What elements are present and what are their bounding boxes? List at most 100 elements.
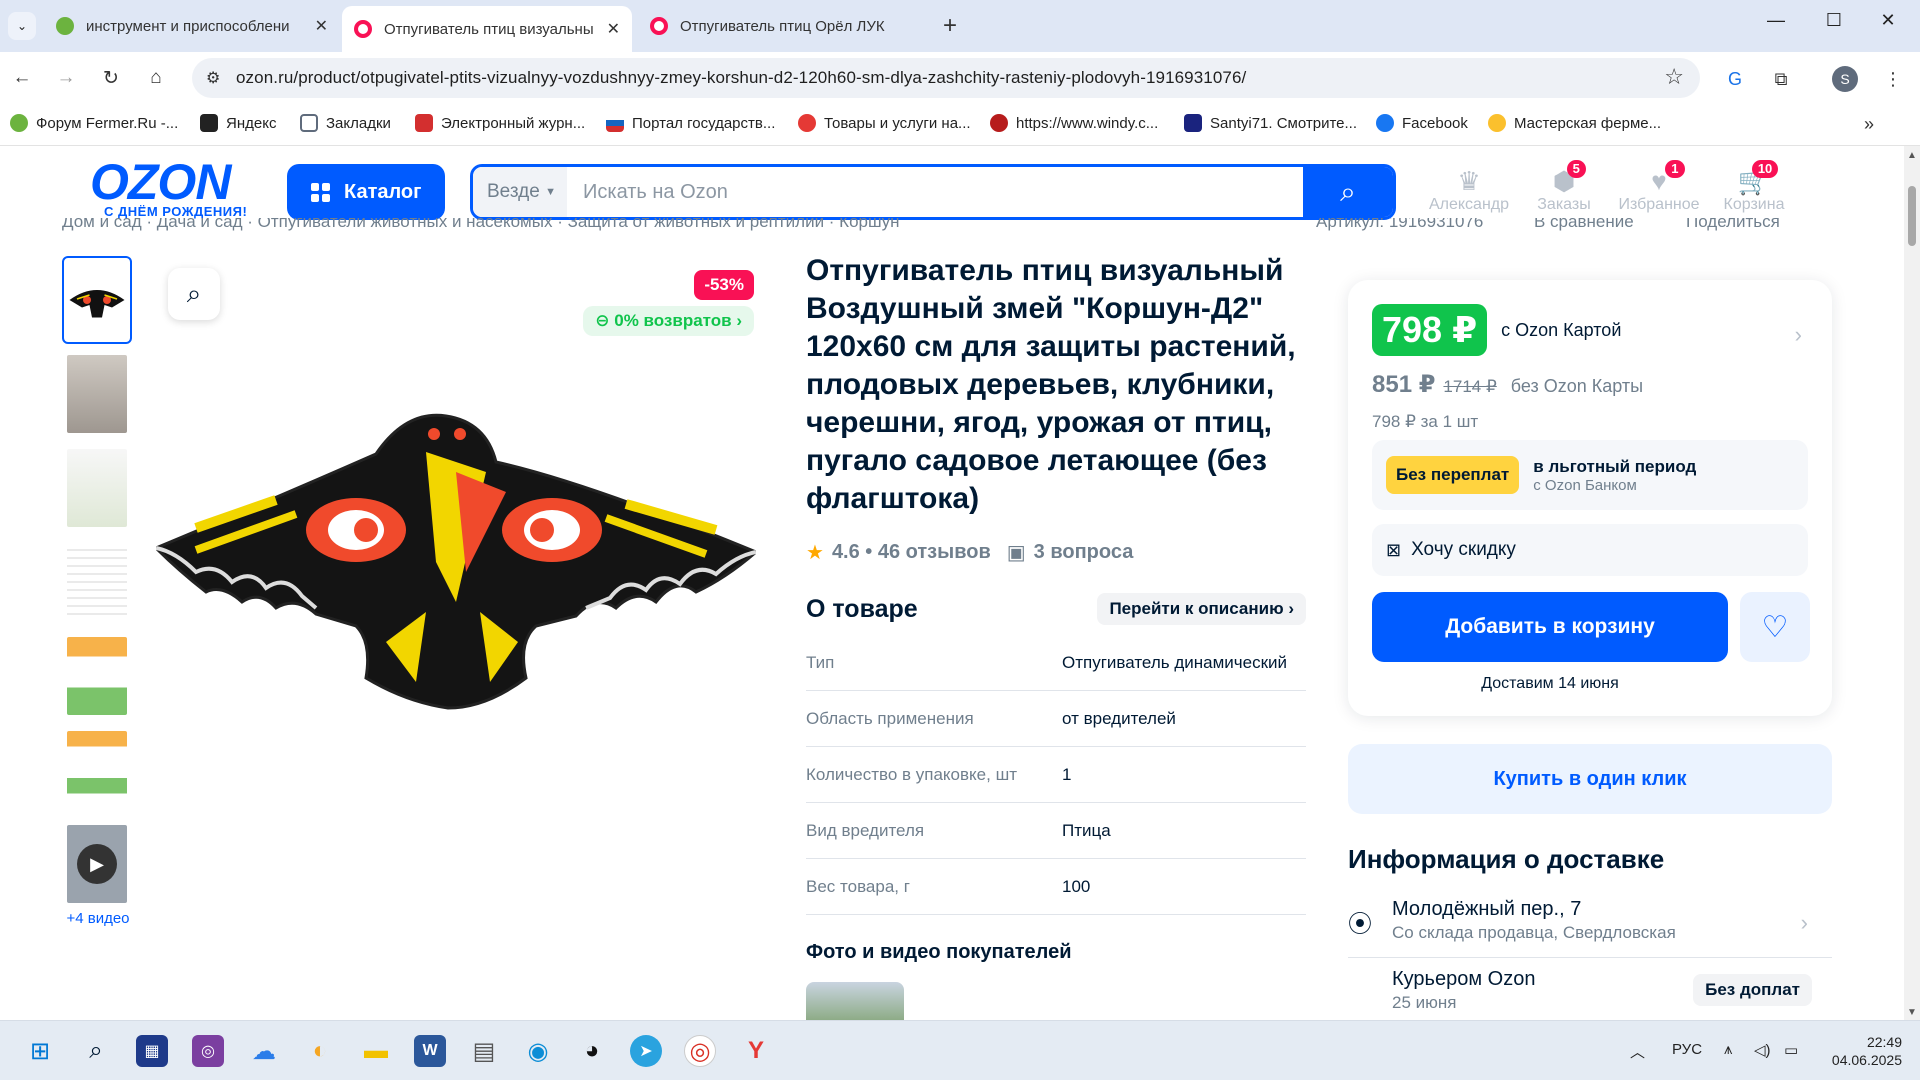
product-main-image[interactable]: ⌕ -53% ⊖ 0% возвратов › xyxy=(148,256,768,816)
yandex-browser-icon[interactable]: Y xyxy=(740,1035,772,1067)
minimize-icon[interactable]: — xyxy=(1756,10,1796,31)
bookmark-item[interactable]: https://www.windy.c... xyxy=(990,114,1158,132)
search-icon[interactable]: ⌕ xyxy=(80,1035,112,1067)
buy-one-click-button[interactable]: Купить в один клик xyxy=(1348,744,1832,814)
thumbnail[interactable] xyxy=(62,538,132,626)
thumbnail[interactable] xyxy=(62,350,132,438)
go-to-description-link[interactable]: Перейти к описанию › xyxy=(1097,593,1306,625)
close-window-icon[interactable]: ✕ xyxy=(1868,10,1908,31)
search-input[interactable] xyxy=(567,180,1303,204)
browser-tab-1[interactable]: инструмент и приспособлени ✕ xyxy=(44,6,340,46)
video-thumbnail[interactable]: ▶ xyxy=(62,820,132,908)
thumbnail[interactable] xyxy=(62,444,132,532)
cart-link[interactable]: 🛒 10 Корзина xyxy=(1709,160,1799,214)
close-tab-icon[interactable]: ✕ xyxy=(607,19,620,39)
wifi-icon[interactable]: ⩚ xyxy=(1724,1041,1732,1058)
tray-expand-icon[interactable]: ︿ xyxy=(1630,1041,1645,1062)
chrome-icon[interactable]: ◎ xyxy=(684,1035,716,1067)
extensions-icon[interactable]: ⧉ xyxy=(1768,66,1794,92)
file-explorer-icon[interactable]: ▬ xyxy=(360,1035,392,1067)
thumbnail[interactable] xyxy=(62,726,132,814)
delivery-address-row[interactable]: ⦿ Молодёжный пер., 7 Со склада продавца,… xyxy=(1348,898,1832,958)
rating-row[interactable]: ★ 4.6 • 46 отзывов ▣ 3 вопроса xyxy=(806,540,1306,565)
address-bar[interactable]: ⚙ ozon.ru/product/otpugivatel-ptits-vizu… xyxy=(192,58,1700,98)
article-number[interactable]: Артикул: 1916931076 xyxy=(1316,218,1483,232)
keyboard-language[interactable]: РУС xyxy=(1672,1041,1702,1058)
favorites-link[interactable]: ♥ 1 Избранное xyxy=(1614,160,1704,214)
chevron-right-icon[interactable]: › xyxy=(1795,322,1802,348)
add-to-cart-button[interactable]: Добавить в корзину xyxy=(1372,592,1728,662)
widget-icon[interactable]: ◐ xyxy=(304,1035,336,1067)
site-info-icon[interactable]: ⚙ xyxy=(206,68,220,88)
menu-icon[interactable]: ⋮ xyxy=(1880,66,1906,92)
back-icon[interactable]: ← xyxy=(6,62,38,94)
product-title: Отпугиватель птиц визуальный Воздушный з… xyxy=(806,254,1296,515)
bookmark-star-icon[interactable]: ☆ xyxy=(1664,64,1684,90)
share-link[interactable]: Поделиться xyxy=(1686,218,1780,232)
bookmark-folder[interactable]: Закладки xyxy=(300,114,391,132)
scrollbar-thumb[interactable] xyxy=(1908,186,1916,246)
search-scope-select[interactable]: Везде ▼ xyxy=(473,167,567,217)
want-discount-button[interactable]: ⊠ Хочу скидку xyxy=(1372,524,1808,576)
bookmark-item[interactable]: Santyi71. Смотрите... xyxy=(1184,114,1357,132)
bookmark-item[interactable]: Форум Fermer.Ru -... xyxy=(10,114,178,132)
forward-icon[interactable]: → xyxy=(50,62,82,94)
app-icon[interactable]: ◕ xyxy=(576,1035,608,1067)
weather-icon[interactable]: ☁ xyxy=(248,1035,280,1067)
orders-link[interactable]: ⬢ 5 Заказы xyxy=(1519,160,1609,214)
bookmark-item[interactable]: Товары и услуги на... xyxy=(798,114,971,132)
bookmark-item[interactable]: Мастерская ферме... xyxy=(1488,114,1661,132)
customer-photo[interactable] xyxy=(806,982,904,1020)
thumbnail-list: ▶ +4 видео xyxy=(62,256,134,927)
returns-badge[interactable]: ⊖ 0% возвратов › xyxy=(583,306,754,336)
calculator-icon[interactable]: ▤ xyxy=(468,1035,500,1067)
installment-banner[interactable]: Без переплат в льготный период с Ozon Ба… xyxy=(1372,440,1808,510)
windows-start-icon[interactable]: ⊞ xyxy=(24,1035,56,1067)
page-scrollbar[interactable]: ▲ ▼ xyxy=(1904,146,1920,1020)
reload-icon[interactable]: ↻ xyxy=(95,62,127,94)
thumbnail[interactable] xyxy=(62,256,132,344)
tab-search-button[interactable]: ⌄ xyxy=(8,12,36,40)
close-tab-icon[interactable]: ✕ xyxy=(315,16,328,36)
more-video-link[interactable]: +4 видео xyxy=(62,910,134,927)
catalog-button[interactable]: Каталог xyxy=(287,164,445,220)
tab-favicon-icon xyxy=(354,20,372,38)
courier-row[interactable]: Курьером Ozon 25 июня Без доплат xyxy=(1348,968,1832,1020)
favorite-button[interactable]: ♡ xyxy=(1740,592,1810,662)
user-menu[interactable]: ♛ Александр xyxy=(1424,168,1514,214)
folder-icon xyxy=(300,114,318,132)
price-card: 798 ₽ с Ozon Картой › 851 ₽ 1714 ₽ без O… xyxy=(1348,280,1832,716)
volume-icon[interactable]: ◁) xyxy=(1754,1041,1771,1059)
system-clock[interactable]: 22:49 04.06.2025 xyxy=(1822,1033,1902,1069)
price-with-card[interactable]: 798 ₽ с Ozon Картой xyxy=(1372,304,1621,356)
customer-photos-title: Фото и видео покупателей xyxy=(806,941,1072,963)
ozon-logo[interactable]: OZON С ДНЁМ РОЖДЕНИЯ! xyxy=(90,157,268,219)
bookmark-item[interactable]: Яндекс xyxy=(200,114,276,132)
browser-tab-3[interactable]: Отпугиватель птиц Орёл ЛУК xyxy=(638,6,930,46)
edge-icon[interactable]: ◉ xyxy=(522,1035,554,1067)
bookmark-item[interactable]: Портал государств... xyxy=(606,114,775,132)
battery-icon[interactable]: ▭ xyxy=(1784,1041,1798,1059)
maximize-icon[interactable]: ☐ xyxy=(1814,10,1854,31)
translate-icon[interactable]: G xyxy=(1722,66,1748,92)
store-icon[interactable]: ▦ xyxy=(136,1035,168,1067)
table-row: Область применения от вредителей xyxy=(806,691,1306,747)
search-button[interactable]: ⌕ xyxy=(1303,167,1393,217)
image-search-icon[interactable]: ⌕ xyxy=(168,268,220,320)
home-icon[interactable]: ⌂ xyxy=(140,62,172,94)
cart-icon: 🛒 10 xyxy=(1738,160,1779,196)
more-bookmarks-icon[interactable]: » xyxy=(1864,114,1874,135)
bookmark-item[interactable]: Facebook xyxy=(1376,114,1468,132)
app-icon[interactable]: ◎ xyxy=(192,1035,224,1067)
compare-link[interactable]: В сравнение xyxy=(1534,218,1634,232)
thumbnail[interactable] xyxy=(62,632,132,720)
scroll-down-icon[interactable]: ▼ xyxy=(1907,1007,1917,1018)
scroll-up-icon[interactable]: ▲ xyxy=(1907,150,1917,161)
table-row: Количество в упаковке, шт 1 xyxy=(806,747,1306,803)
browser-tab-2[interactable]: Отпугиватель птиц визуальны ✕ xyxy=(342,6,632,52)
word-icon[interactable]: W xyxy=(414,1035,446,1067)
telegram-icon[interactable]: ➤ xyxy=(630,1035,662,1067)
profile-avatar[interactable]: S xyxy=(1832,66,1858,92)
bookmark-item[interactable]: Электронный журн... xyxy=(415,114,585,132)
new-tab-icon[interactable]: + xyxy=(943,12,957,40)
